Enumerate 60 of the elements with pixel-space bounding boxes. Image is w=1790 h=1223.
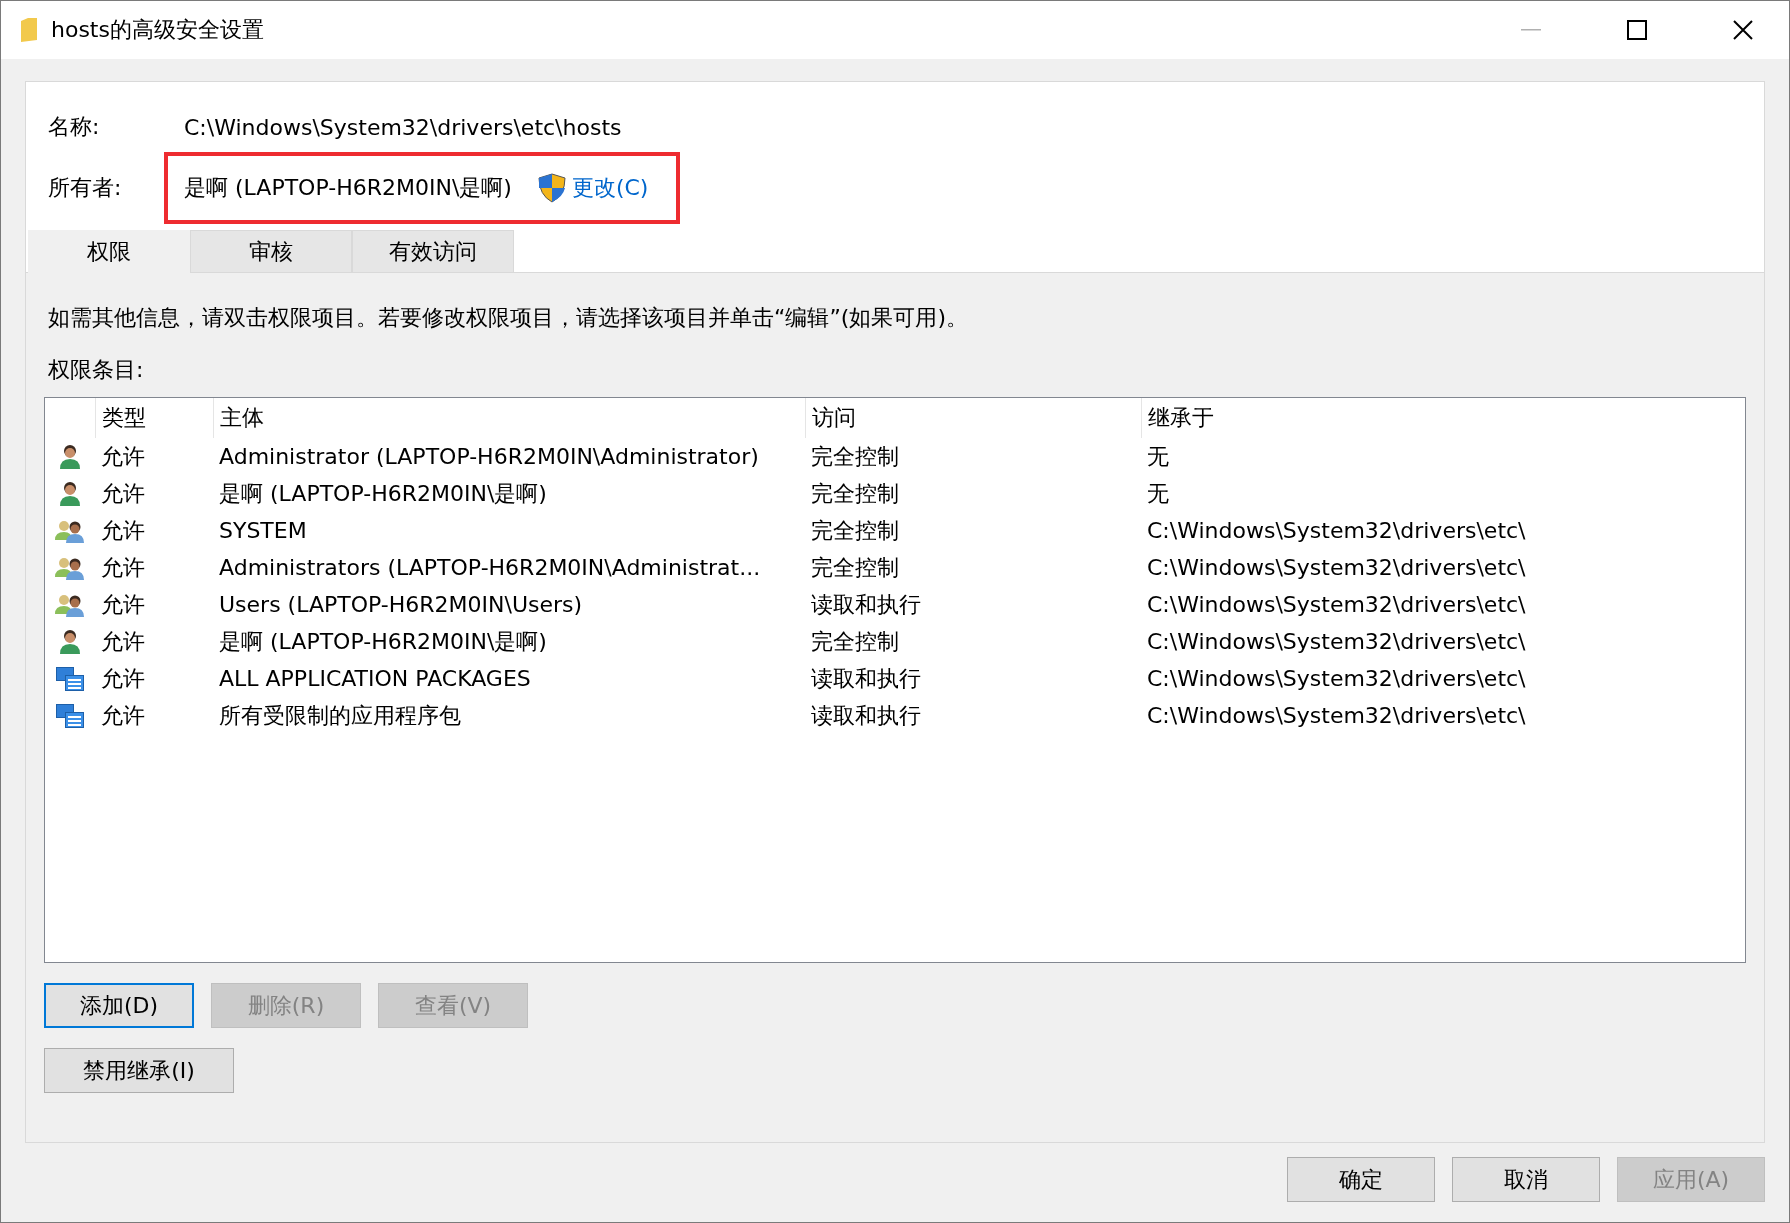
folder-icon bbox=[21, 18, 37, 42]
owner-name: 是啊 (LAPTOP-H6R2M0IN\是啊) bbox=[184, 174, 512, 202]
app-package-icon bbox=[56, 666, 84, 691]
app-package-icon bbox=[56, 703, 84, 728]
principal-cell-text: Users (LAPTOP-H6R2M0IN\Users) bbox=[218, 592, 584, 617]
principal-cell-text: SYSTEM bbox=[218, 518, 308, 543]
access-cell-text: 完全控制 bbox=[810, 516, 900, 545]
principal-cell-text: Administrators (LAPTOP-H6R2M0IN\Administrat... bbox=[218, 555, 762, 580]
ok-button[interactable]: 确定 bbox=[1287, 1157, 1435, 1202]
access-cell-text: 完全控制 bbox=[810, 627, 900, 656]
inherited-from-cell-text: 无 bbox=[1146, 479, 1170, 508]
shield-icon bbox=[537, 173, 566, 203]
access-cell-text: 读取和执行 bbox=[810, 664, 922, 693]
type-cell-text: 允许 bbox=[100, 442, 146, 471]
change-owner-link[interactable]: 更改(C) bbox=[571, 173, 649, 203]
access-cell-text: 读取和执行 bbox=[810, 590, 922, 619]
tab[interactable]: 有效访问 bbox=[352, 230, 514, 272]
user-icon bbox=[59, 443, 81, 470]
principal-cell-text: 是啊 (LAPTOP-H6R2M0IN\是啊) bbox=[218, 479, 548, 508]
field-label: 名称: bbox=[48, 113, 101, 141]
close-icon[interactable] bbox=[1733, 20, 1753, 40]
tab[interactable]: 权限 bbox=[28, 230, 190, 273]
instruction-text: 如需其他信息，请双击权限项目。若要修改权限项目，请选择该项目并单击“编辑”(如果可用)。 bbox=[47, 304, 969, 332]
window-title: hosts的高级安全设置 bbox=[51, 16, 265, 44]
principal-cell-text: 所有受限制的应用程序包 bbox=[218, 701, 462, 730]
field-label: 所有者: bbox=[48, 174, 123, 202]
principal-cell-text: 是啊 (LAPTOP-H6R2M0IN\是啊) bbox=[218, 627, 548, 656]
file-path: C:\Windows\System32\drivers\etc\hosts bbox=[184, 114, 622, 140]
column-header[interactable]: 访问 bbox=[805, 398, 1141, 438]
tab[interactable]: 审核 bbox=[190, 230, 352, 272]
user-icon bbox=[59, 480, 81, 507]
disable-inheritance-button[interactable]: 禁用继承(I) bbox=[44, 1048, 234, 1093]
inherited-from-cell-text: 无 bbox=[1146, 442, 1170, 471]
user-icon bbox=[59, 628, 81, 655]
column-header[interactable]: 类型 bbox=[95, 398, 213, 438]
inherited-from-cell-text: C:\Windows\System32\drivers\etc\ bbox=[1146, 703, 1527, 728]
principal-cell-text: Administrator (LAPTOP-H6R2M0IN\Administrator) bbox=[218, 444, 760, 469]
inherited-from-cell-text: C:\Windows\System32\drivers\etc\ bbox=[1146, 666, 1527, 691]
add-button[interactable]: 添加(D) bbox=[44, 983, 194, 1028]
inherited-from-cell-text: C:\Windows\System32\drivers\etc\ bbox=[1146, 518, 1527, 543]
type-cell-text: 允许 bbox=[100, 664, 146, 693]
column-header[interactable]: 主体 bbox=[213, 398, 805, 438]
maximize-icon[interactable] bbox=[1627, 20, 1647, 40]
access-cell-text: 读取和执行 bbox=[810, 701, 922, 730]
inherited-from-cell-text: C:\Windows\System32\drivers\etc\ bbox=[1146, 629, 1527, 654]
access-cell-text: 完全控制 bbox=[810, 479, 900, 508]
column-header[interactable]: 继承于 bbox=[1141, 398, 1745, 438]
cancel-button[interactable]: 取消 bbox=[1452, 1157, 1600, 1202]
type-cell-text: 允许 bbox=[100, 701, 146, 730]
inherited-from-cell-text: C:\Windows\System32\drivers\etc\ bbox=[1146, 592, 1527, 617]
access-cell-text: 完全控制 bbox=[810, 553, 900, 582]
access-cell-text: 完全控制 bbox=[810, 442, 900, 471]
type-cell-text: 允许 bbox=[100, 479, 146, 508]
section-label: 权限条目: bbox=[47, 356, 145, 384]
inherited-from-cell-text: C:\Windows\System32\drivers\etc\ bbox=[1146, 555, 1527, 580]
type-cell-text: 允许 bbox=[100, 553, 146, 582]
type-cell-text: 允许 bbox=[100, 516, 146, 545]
type-cell-text: 允许 bbox=[100, 590, 146, 619]
type-cell-text: 允许 bbox=[100, 627, 146, 656]
principal-cell-text: ALL APPLICATION PACKAGES bbox=[218, 666, 532, 691]
